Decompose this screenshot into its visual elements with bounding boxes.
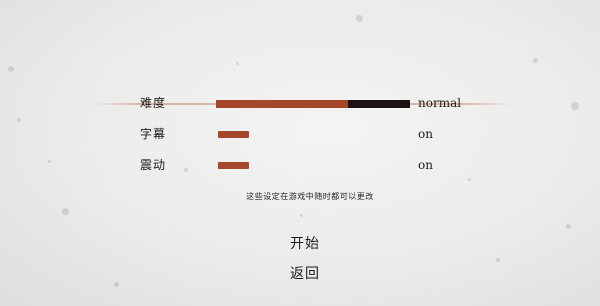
- start-button[interactable]: 开始: [270, 233, 340, 255]
- subtitles-value: on: [418, 127, 433, 141]
- speck: [236, 62, 239, 65]
- back-button[interactable]: 返回: [270, 263, 340, 285]
- difficulty-row[interactable]: 难度 normal: [0, 93, 600, 115]
- vibration-row[interactable]: 震动 on: [0, 155, 600, 177]
- subtitles-label: 字幕: [140, 127, 167, 141]
- speck: [356, 15, 363, 22]
- subtitles-row[interactable]: 字幕 on: [0, 124, 600, 146]
- settings-notice: 这些设定在游戏中随时都可以更改: [246, 192, 374, 201]
- speck: [114, 282, 119, 287]
- speck: [468, 178, 471, 181]
- speck: [566, 224, 571, 229]
- difficulty-label: 难度: [140, 96, 167, 110]
- speck: [62, 208, 69, 215]
- speck: [496, 258, 500, 262]
- difficulty-slider[interactable]: [216, 100, 410, 108]
- speck: [533, 58, 538, 63]
- vibration-toggle[interactable]: [218, 162, 249, 169]
- difficulty-value: normal: [418, 96, 462, 110]
- vibration-value: on: [418, 158, 433, 172]
- speck: [17, 118, 21, 122]
- difficulty-slider-fill: [216, 100, 348, 108]
- speck: [300, 214, 303, 217]
- vibration-label: 震动: [140, 158, 167, 172]
- speck: [8, 66, 14, 72]
- subtitles-toggle[interactable]: [218, 131, 249, 138]
